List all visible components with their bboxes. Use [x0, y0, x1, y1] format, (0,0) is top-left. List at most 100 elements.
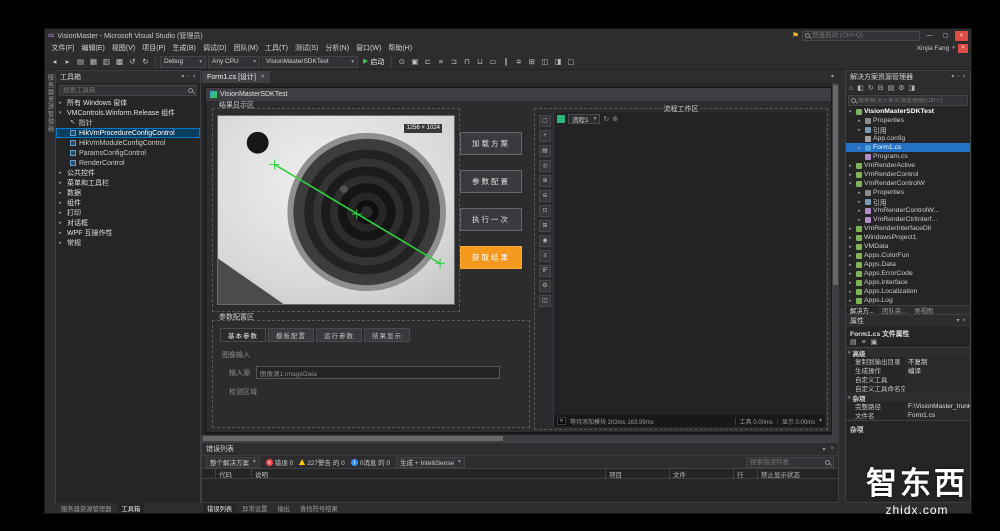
add-icon[interactable]: ⊕: [612, 116, 618, 123]
chevron-right-icon[interactable]: ▸: [858, 127, 863, 133]
toolbox-group-g10[interactable]: ▸组件: [56, 198, 200, 208]
error-list-header[interactable]: 错误列表 ▾ ×: [202, 443, 838, 455]
title-bar[interactable]: ∞ VisionMaster - Microsoft Visual Studio…: [45, 29, 971, 42]
panel-tab-c1[interactable]: 异常设置: [238, 503, 271, 513]
show-all-files-icon[interactable]: ▤: [888, 85, 895, 92]
form-button-0[interactable]: 加载方案: [460, 132, 522, 155]
error-column-5[interactable]: 禁止显示状态: [758, 469, 838, 478]
chevron-right-icon[interactable]: ▸: [858, 118, 863, 124]
tree-item-apps-errorcode[interactable]: ▸Apps.ErrorCode: [846, 269, 970, 278]
tree-item-vmrendercontrol[interactable]: ▸VmRenderControl: [846, 170, 970, 179]
align-bottom-icon[interactable]: ⊔: [474, 56, 485, 67]
server-explorer-vertical-tab[interactable]: 服务器资源管理器: [46, 74, 55, 132]
property-section-5[interactable]: ▾杂项: [846, 393, 970, 402]
property-pages-icon[interactable]: ▣: [871, 339, 878, 346]
align-center-icon[interactable]: ≡: [435, 56, 446, 67]
chevron-right-icon[interactable]: ▸: [849, 298, 854, 304]
explorer-tab-0[interactable]: 解决方...: [846, 306, 878, 314]
spacing-vertical-icon[interactable]: ≑: [513, 56, 524, 67]
form-button-3[interactable]: 获取结果: [460, 246, 522, 269]
collapse-all-icon[interactable]: ⊟: [878, 85, 884, 92]
toolbox-group-g9[interactable]: ▸数据: [56, 188, 200, 198]
messages-filter[interactable]: i 0消息 的 0: [351, 457, 390, 467]
tree-item-apps-localization[interactable]: ▸Apps.Localization: [846, 287, 970, 296]
tree-item-apps-data[interactable]: ▸Apps.Data: [846, 260, 970, 269]
toolbox-item-i2[interactable]: ↖指针: [56, 118, 200, 128]
if-branch-icon[interactable]: IF: [539, 265, 551, 277]
tree-item-properties[interactable]: ▸Properties: [846, 188, 970, 197]
toolbox-group-g14[interactable]: ▸常规: [56, 238, 200, 248]
categorized-icon[interactable]: ▤: [850, 339, 857, 346]
platform-dropdown[interactable]: Any CPU ▾: [208, 56, 260, 68]
settings-icon[interactable]: ⚙: [539, 280, 551, 292]
scrollbar-thumb[interactable]: [833, 85, 838, 285]
build-filter-dropdown[interactable]: 生成 + IntelliSense ▾: [396, 457, 465, 468]
spacing-horizontal-icon[interactable]: ∥: [500, 56, 511, 67]
undo-icon[interactable]: ↺: [127, 56, 138, 67]
tree-item-vmrenderinterfacedll[interactable]: ▸VmRenderInterfaceDll: [846, 224, 970, 233]
start-debug-button[interactable]: ▶ 启动: [360, 57, 387, 67]
chevron-right-icon[interactable]: ▸: [849, 280, 854, 286]
close-icon[interactable]: ×: [962, 318, 966, 324]
close-icon[interactable]: ×: [261, 74, 265, 80]
align-left-icon[interactable]: ⊏: [422, 56, 433, 67]
form-button-2[interactable]: 执行一次: [460, 208, 522, 231]
pin-icon[interactable]: ▫: [187, 74, 189, 80]
lock-controls-icon[interactable]: ▢: [565, 56, 576, 67]
vertical-scrollbar[interactable]: [832, 83, 839, 435]
explorer-tab-2[interactable]: 类视图: [910, 306, 937, 314]
grid-icon[interactable]: ⊞: [539, 220, 551, 232]
tree-item-vmrendercontrolw[interactable]: ▾VmRenderControlW: [846, 179, 970, 188]
chevron-right-icon[interactable]: ▸: [849, 172, 854, 178]
tree-item-vmrendercontrolw[interactable]: ▸VmRenderControlW...: [846, 206, 970, 215]
scope-dropdown[interactable]: 整个解决方案 ▾: [206, 457, 260, 468]
property-section-0[interactable]: ▾高级: [846, 348, 970, 357]
chevron-down-icon[interactable]: ▾: [849, 181, 854, 187]
chevron-right-icon[interactable]: ▸: [858, 145, 863, 151]
menu-item-4[interactable]: 生成(B): [169, 43, 199, 53]
properties-gear-icon[interactable]: ⚙: [898, 85, 904, 92]
tree-item-vmrenderactive[interactable]: ▸VmRenderActive: [846, 161, 970, 170]
zoom-out-icon[interactable]: ⊖: [539, 190, 551, 202]
toolbox-group-g8[interactable]: ▸菜单和工具栏: [56, 178, 200, 188]
maximize-button[interactable]: ▢: [939, 31, 952, 41]
fit-view-icon[interactable]: ⊡: [539, 205, 551, 217]
toolbox-search-input[interactable]: [63, 87, 188, 94]
camera-icon[interactable]: ◉: [539, 235, 551, 247]
toolbox-group-vmcontrols-winform-release[interactable]: ▾VMControls.Winform.Release 组件: [56, 108, 200, 118]
error-column-2[interactable]: 项目: [606, 469, 670, 478]
panel-tab-c0[interactable]: 错误列表: [203, 503, 236, 513]
tree-item-apps-interface[interactable]: ▸Apps.Interface: [846, 278, 970, 287]
refresh-icon[interactable]: ↻: [603, 116, 609, 123]
properties-object[interactable]: Form1.cs 文件属性: [846, 327, 970, 338]
form-button-1[interactable]: 参数配置: [460, 170, 522, 193]
tree-item-apps-colorfun[interactable]: ▸Apps.ColorFun: [846, 251, 970, 260]
switch-views-icon[interactable]: ◧: [857, 85, 864, 92]
menu-item-5[interactable]: 调试(D): [199, 43, 230, 53]
menu-item-2[interactable]: 视图(V): [108, 43, 138, 53]
toolbox-group-g11[interactable]: ▸打印: [56, 208, 200, 218]
dock-tab-l0[interactable]: 服务器资源管理器: [57, 503, 115, 513]
dock-tab-l1[interactable]: 工具箱: [117, 503, 144, 513]
warnings-filter[interactable]: 227警告 的 0: [299, 457, 345, 467]
tree-item-program-cs[interactable]: Program.cs: [846, 152, 970, 161]
solution-explorer-header[interactable]: 解决方案资源管理器 ▾ ▫ ×: [846, 71, 970, 83]
active-files-dropdown-icon[interactable]: ▾: [831, 73, 834, 80]
debug-config-dropdown[interactable]: Debug ▾: [160, 56, 206, 68]
new-project-icon[interactable]: ▤: [75, 56, 86, 67]
solution-explorer-search[interactable]: [848, 95, 968, 106]
chevron-right-icon[interactable]: ▸: [858, 208, 863, 214]
nav-forward-icon[interactable]: ▸: [62, 56, 73, 67]
chevron-right-icon[interactable]: ▸: [858, 199, 863, 205]
property-row-2[interactable]: 生成操作编译: [846, 366, 970, 375]
pin-icon[interactable]: ▫: [957, 74, 959, 80]
chevron-down-icon[interactable]: ▾: [181, 74, 184, 80]
tree-item-form1-cs[interactable]: ▸Form1.cs: [846, 143, 970, 152]
preview-icon[interactable]: ◨: [909, 85, 916, 92]
property-row-3[interactable]: 自定义工具: [846, 375, 970, 384]
designer-canvas[interactable]: VisionMasterSDKTest 结果显示区: [201, 83, 839, 442]
debug-step-icon[interactable]: ⊙: [396, 56, 407, 67]
chevron-right-icon[interactable]: ▸: [849, 163, 854, 169]
select-tool-icon[interactable]: ▢: [539, 115, 551, 127]
error-column-0[interactable]: 代码: [216, 469, 252, 478]
